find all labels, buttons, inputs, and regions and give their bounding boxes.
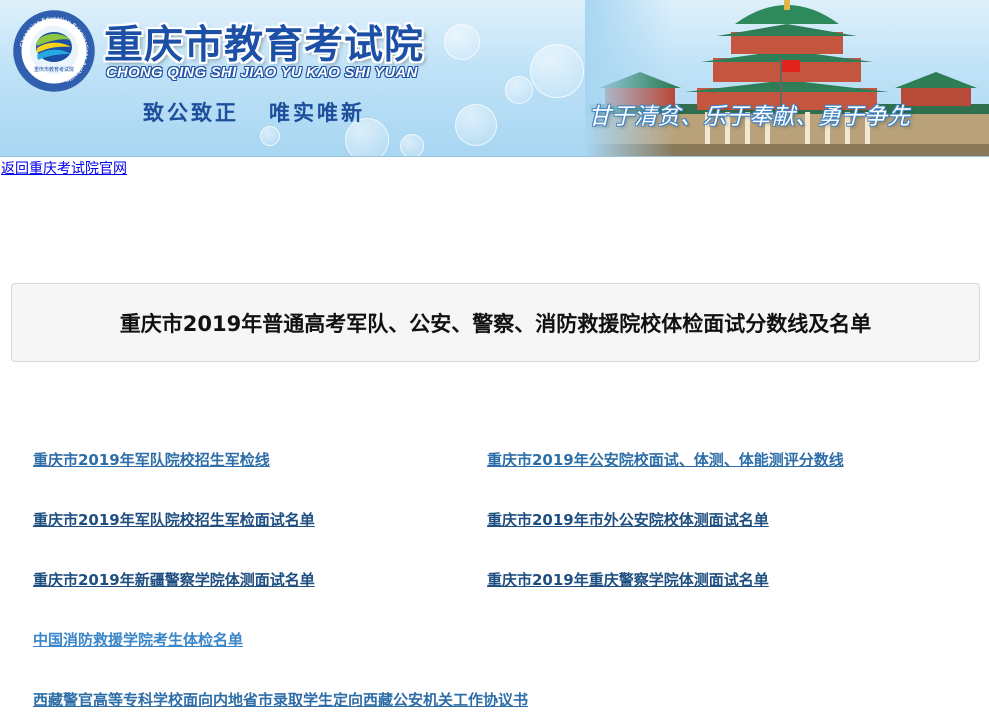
title-panel: 重庆市2019年普通高考军队、公安、警察、消防救援院校体检面试分数线及名单	[11, 283, 980, 362]
site-banner: Chongqing Education Examinations Authori…	[0, 0, 989, 157]
svg-text:重庆市教育考试院: 重庆市教育考试院	[34, 66, 74, 73]
ceea-logo-icon: Chongqing Education Examinations Authori…	[13, 10, 95, 92]
xinjiang-police-list-link[interactable]: 重庆市2019年新疆警察学院体测面试名单	[33, 569, 315, 590]
military-exam-line-link[interactable]: 重庆市2019年军队院校招生军检线	[33, 449, 270, 470]
bubble-decoration	[444, 24, 480, 60]
bubble-decoration	[455, 104, 497, 146]
site-motto: 致公致正 唯实唯新	[143, 97, 365, 127]
great-hall-image	[585, 0, 989, 156]
police-score-line-link[interactable]: 重庆市2019年公安院校面试、体测、体能测评分数线	[487, 449, 844, 470]
site-pinyin: CHONG QING SHI JIAO YU KAO SHI YUAN	[106, 64, 418, 81]
site-slogan: 甘于清贫、乐于奉献、勇于争先	[588, 104, 910, 130]
tibet-police-agreement-link[interactable]: 西藏警官高等专科学校面向内地省市录取学生定向西藏公安机关工作协议书	[33, 689, 528, 710]
site-title: 重庆市教育考试院	[104, 23, 425, 68]
back-to-official-site-link[interactable]: 返回重庆考试院官网	[1, 158, 127, 178]
fire-rescue-list-link[interactable]: 中国消防救援学院考生体检名单	[33, 629, 243, 650]
bubble-decoration	[530, 44, 584, 98]
page-title: 重庆市2019年普通高考军队、公安、警察、消防救援院校体检面试分数线及名单	[119, 311, 872, 336]
outside-police-list-link[interactable]: 重庆市2019年市外公安院校体测面试名单	[487, 509, 769, 530]
bubble-decoration	[400, 134, 424, 156]
chongqing-police-list-link[interactable]: 重庆市2019年重庆警察学院体测面试名单	[487, 569, 769, 590]
motto-right: 唯实唯新	[269, 100, 365, 125]
bubble-decoration	[260, 126, 280, 146]
military-interview-list-link[interactable]: 重庆市2019年军队院校招生军检面试名单	[33, 509, 315, 530]
bubble-decoration	[505, 76, 533, 104]
motto-left: 致公致正	[143, 100, 239, 125]
